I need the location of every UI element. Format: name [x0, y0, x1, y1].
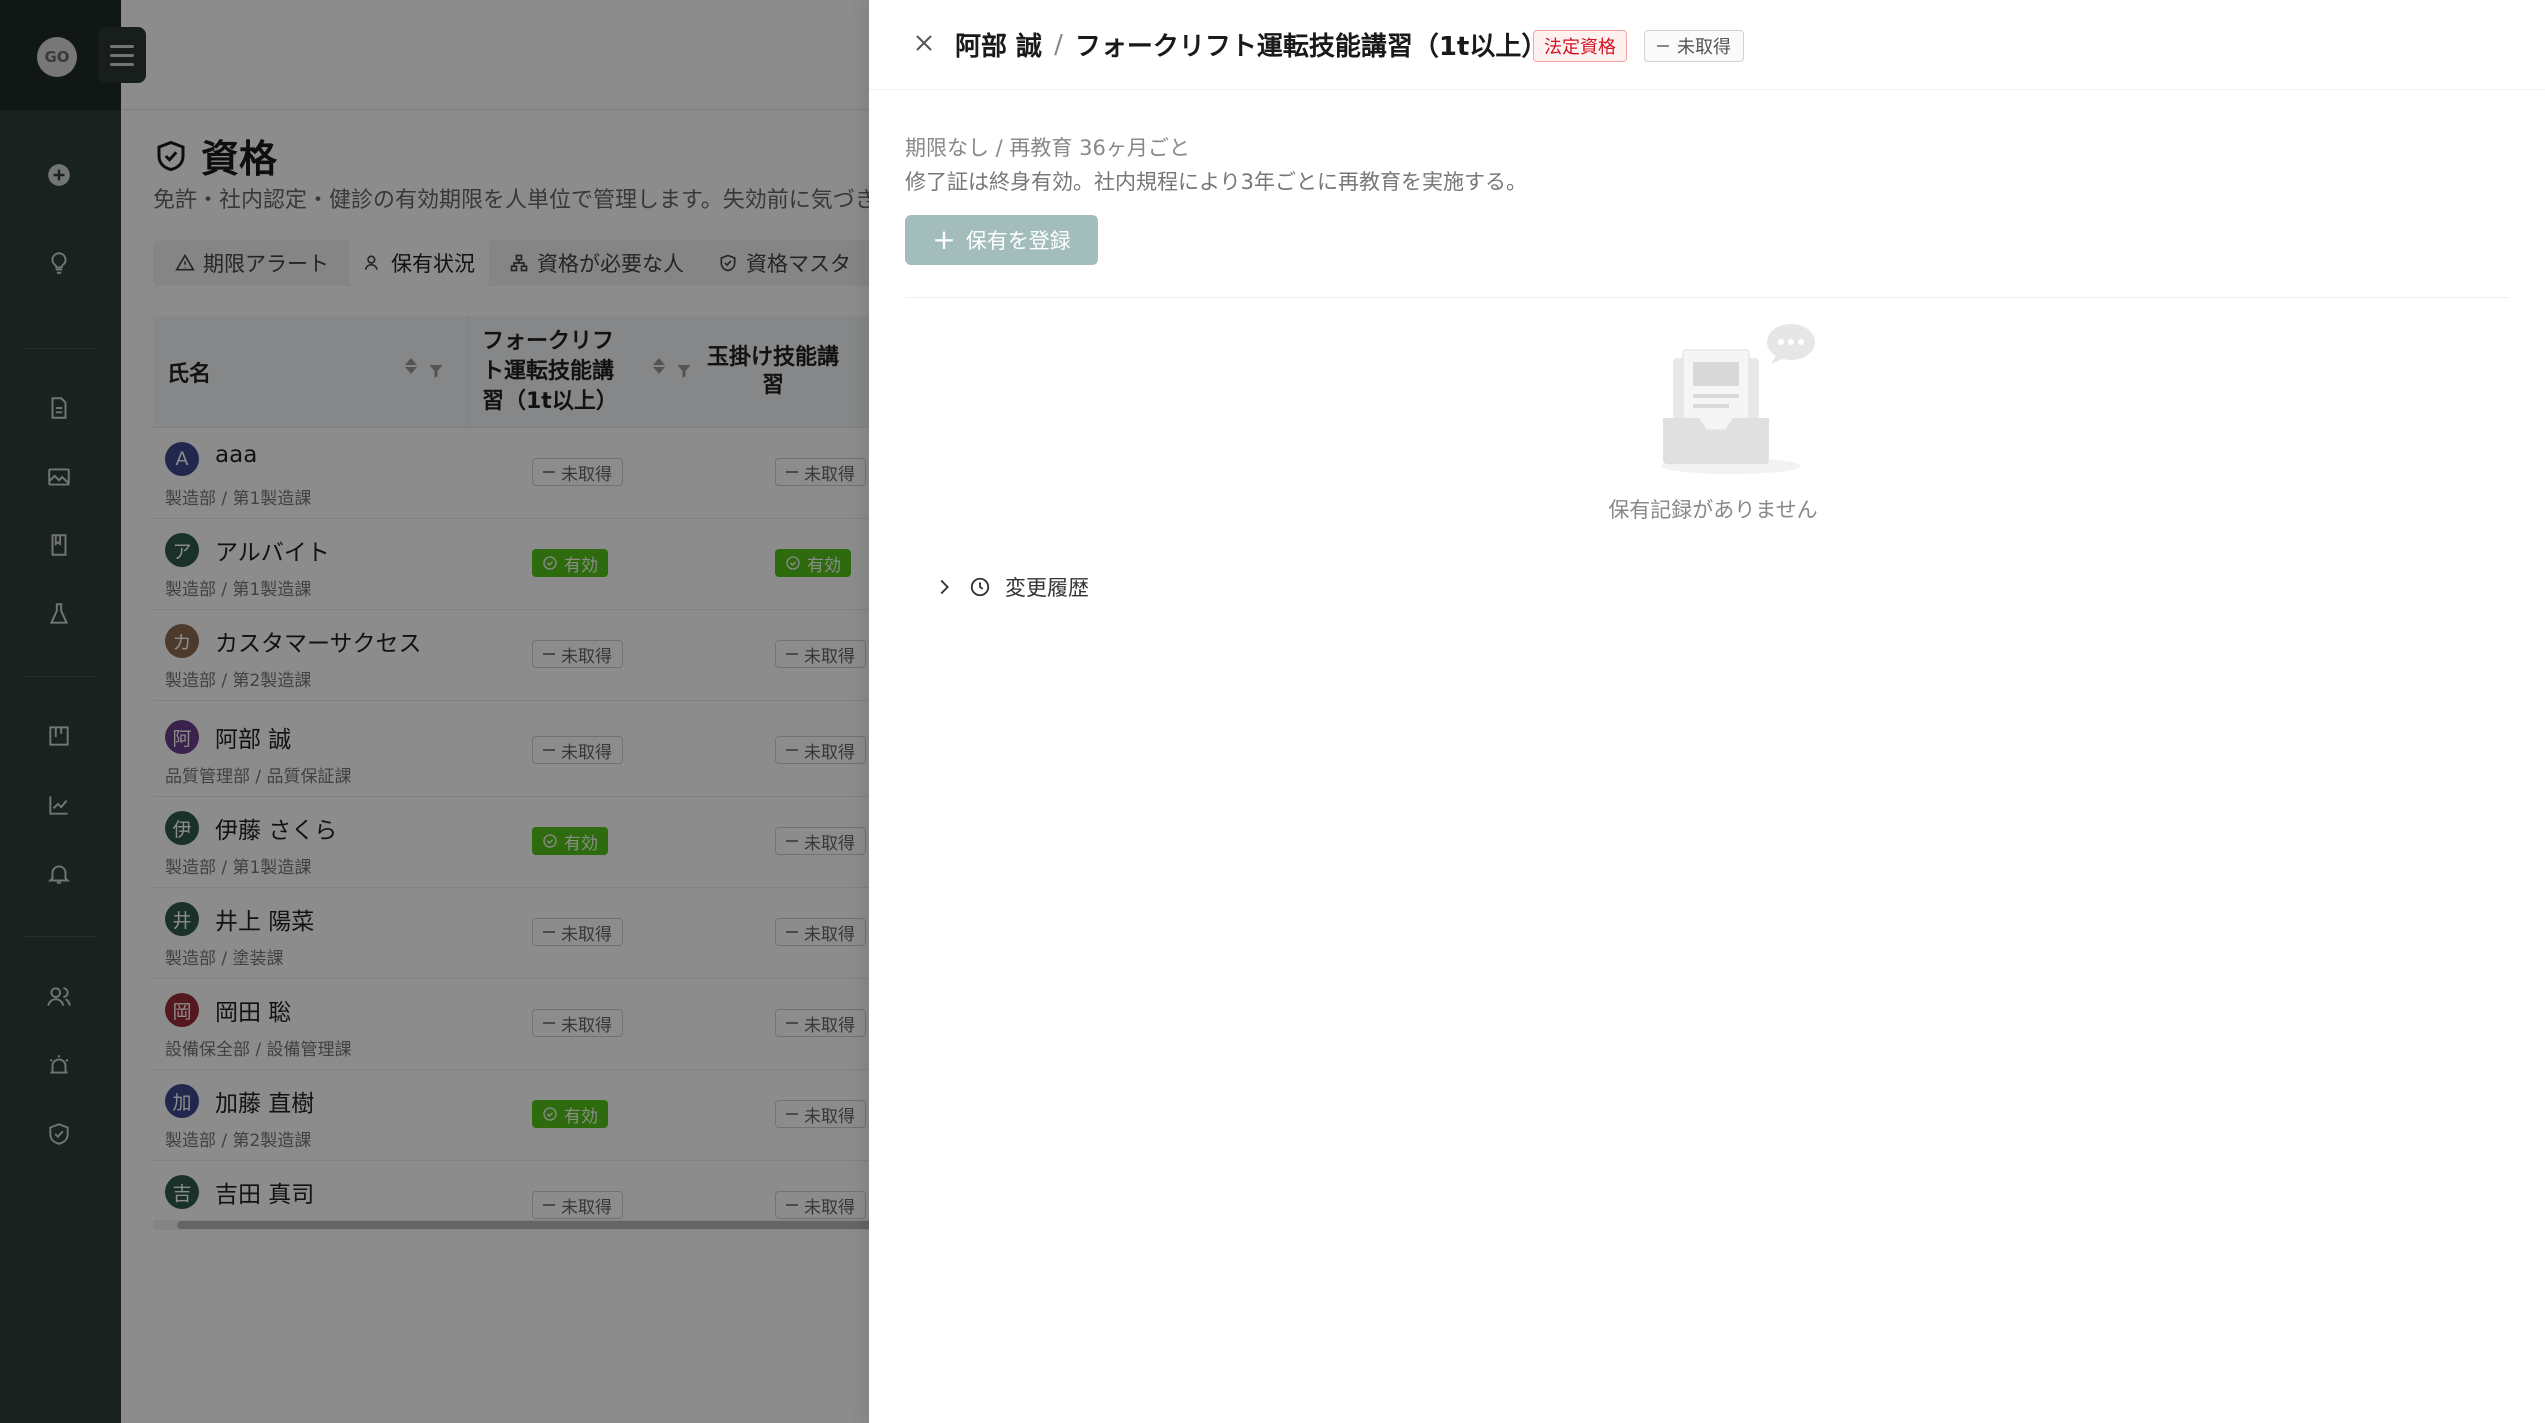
- dash-icon: [1657, 45, 1669, 47]
- close-button[interactable]: [909, 28, 939, 58]
- chevron-right-icon: [940, 579, 949, 595]
- plus-icon: +: [932, 223, 956, 256]
- divider: [905, 297, 2509, 298]
- drawer-title: 阿部 誠 / フォークリフト運転技能講習（1t以上）: [955, 26, 1547, 63]
- qualification-drawer: 阿部 誠 / フォークリフト運転技能講習（1t以上） 法定資格 未取得 期限なし…: [869, 0, 2545, 1423]
- status-badge: 未取得: [1644, 30, 1744, 62]
- drawer-qualification-name: フォークリフト運転技能講習（1t以上）: [1074, 32, 1548, 62]
- legal-qualification-tag: 法定資格: [1533, 30, 1627, 62]
- validity-meta: 期限なし / 再教育 36ヶ月ごと: [905, 136, 1190, 160]
- close-icon: [916, 35, 932, 51]
- drawer-person-name: 阿部 誠: [955, 32, 1043, 62]
- empty-state-text: 保有記録がありません: [1608, 498, 1818, 522]
- drawer-header: 阿部 誠 / フォークリフト運転技能講習（1t以上） 法定資格 未取得: [869, 0, 2545, 90]
- qualification-description: 修了証は終身有効。社内規程により3年ごとに再教育を実施する。: [905, 170, 1527, 194]
- title-separator: /: [1054, 29, 1063, 60]
- drawer-mask[interactable]: [0, 0, 869, 1423]
- clock-history-icon: [970, 577, 990, 597]
- change-history-toggle[interactable]: 変更履歴: [933, 572, 1089, 602]
- empty-inbox-icon: [1661, 324, 1815, 474]
- register-holding-button[interactable]: + 保有を登録: [905, 215, 1098, 265]
